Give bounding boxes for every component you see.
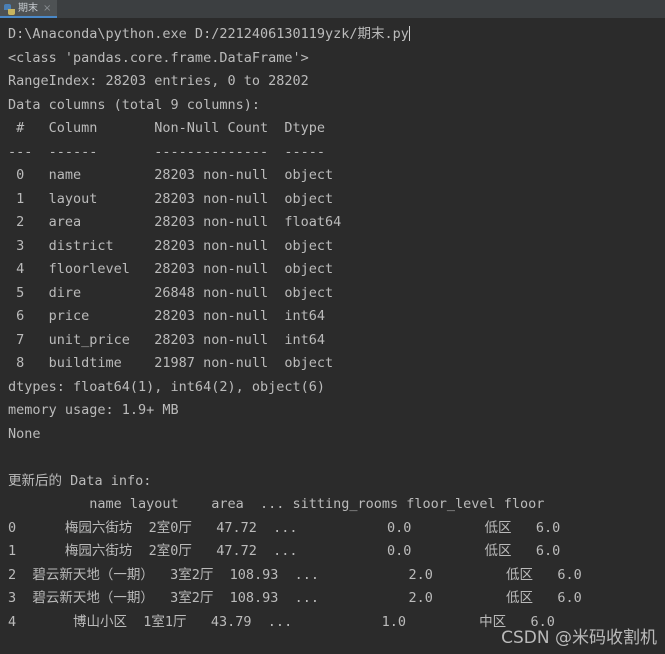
close-icon[interactable]: × xyxy=(43,0,51,18)
dataframe-dtypes-line: dtypes: float64(1), int64(2), object(6) xyxy=(8,378,325,395)
info-table-row: 5 dire 26848 non-null object xyxy=(8,284,342,301)
blank-line xyxy=(0,446,665,470)
updated-table-header: name layout area ... sitting_rooms floor… xyxy=(8,496,545,512)
updated-table-row: 2 碧云新天地（一期） 3室2厅 108.93 ... 2.0 低区 6.0 xyxy=(8,566,582,583)
info-table-row: 2 area 28203 non-null float64 xyxy=(8,214,342,230)
console-left-gutter xyxy=(0,18,4,654)
info-table-header: # Column Non-Null Count Dtype xyxy=(8,120,342,136)
info-table-row: 3 district 28203 non-null object xyxy=(8,237,342,254)
python-file-icon xyxy=(4,3,15,15)
dataframe-memory-usage-line: memory usage: 1.9+ MB xyxy=(8,402,179,418)
dataframe-none-line: None xyxy=(8,425,41,442)
text-cursor xyxy=(408,26,410,41)
info-table-row: 8 buildtime 21987 non-null object xyxy=(8,355,342,371)
info-table-row: 6 price 28203 non-null int64 xyxy=(8,308,342,324)
run-console-output[interactable]: D:\Anaconda\python.exe D:/2212406130119y… xyxy=(0,18,665,654)
tab-qimo[interactable]: 期末 × xyxy=(0,0,58,18)
updated-table-row: 3 碧云新天地（一期） 3室2厅 108.93 ... 2.0 低区 6.0 xyxy=(8,590,582,606)
editor-tab-bar: 期末 × xyxy=(0,0,665,18)
updated-section-title: 更新后的 Data info: xyxy=(8,472,152,489)
dataframe-class-line: <class 'pandas.core.frame.DataFrame'> xyxy=(8,49,309,66)
updated-table-row: 1 梅园六街坊 2室0厅 47.72 ... 0.0 低区 6.0 xyxy=(8,543,561,559)
info-table-row: 0 name 28203 non-null object xyxy=(8,167,342,183)
updated-table-row: 0 梅园六街坊 2室0厅 47.72 ... 0.0 低区 6.0 xyxy=(8,519,561,536)
dataframe-rangeindex-line: RangeIndex: 28203 entries, 0 to 28202 xyxy=(8,73,309,89)
info-table-row: 7 unit_price 28203 non-null int64 xyxy=(8,331,342,348)
console-command-line: D:\Anaconda\python.exe D:/2212406130119y… xyxy=(0,23,665,47)
command-text: D:\Anaconda\python.exe D:/2212406130119y… xyxy=(8,26,409,42)
info-table-row: 4 floorlevel 28203 non-null object xyxy=(8,261,342,277)
info-table-separator: --- ------ -------------- ----- xyxy=(8,143,342,160)
info-table-row: 1 layout 28203 non-null object xyxy=(8,190,342,207)
dataframe-columns-total-line: Data columns (total 9 columns): xyxy=(8,96,260,113)
tab-label: 期末 xyxy=(18,3,38,14)
updated-table-row: 4 博山小区 1室1厅 43.79 ... 1.0 中区 6.0 xyxy=(8,613,555,630)
